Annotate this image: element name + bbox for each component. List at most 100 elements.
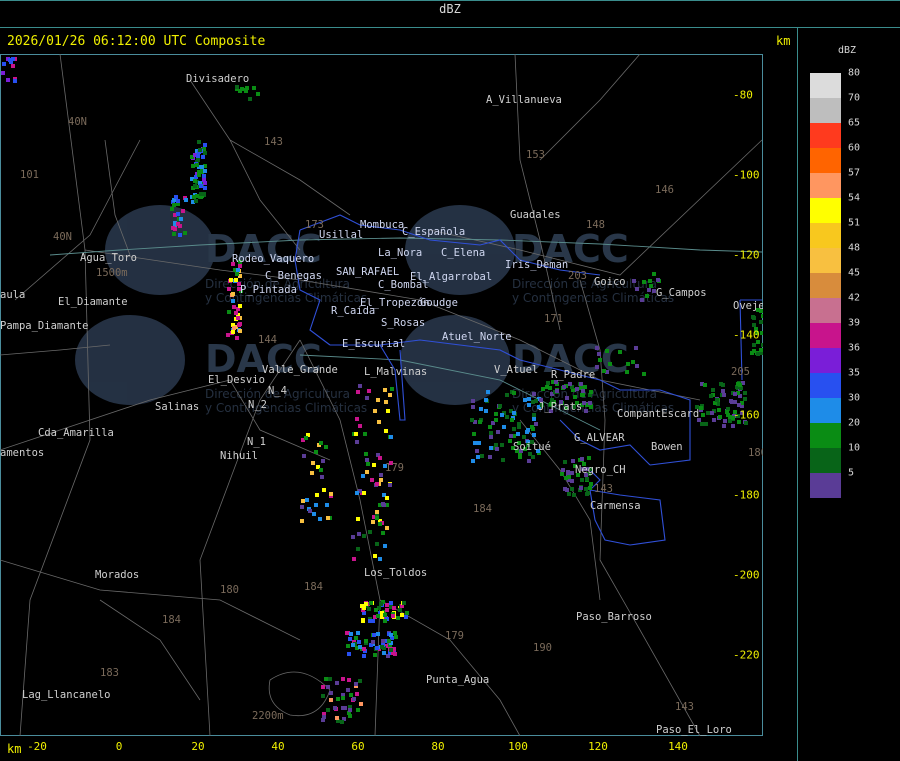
route-label: 180 (748, 447, 763, 459)
place-label: G_Campos (656, 287, 707, 299)
radar-echo-pixel (605, 349, 609, 353)
radar-echo-pixel (635, 287, 639, 291)
radar-echo-pixel (489, 446, 493, 450)
radar-echo-pixel (351, 535, 355, 539)
radar-echo-pixel (357, 640, 361, 644)
radar-echo-pixel (11, 64, 15, 68)
radar-echo-pixel (191, 164, 195, 168)
radar-echo-pixel (359, 702, 363, 706)
route-label: 153 (526, 149, 545, 161)
radar-echo-pixel (347, 678, 351, 682)
radar-echo-pixel (326, 516, 330, 520)
route-label: 40N (68, 116, 87, 128)
radar-echo-pixel (475, 449, 479, 453)
legend-title: dBZ (838, 45, 857, 56)
radar-echo-pixel (352, 557, 356, 561)
radar-echo-pixel (376, 398, 380, 402)
radar-echo-pixel (486, 390, 490, 394)
legend-label: 45 (848, 267, 861, 279)
radar-echo-pixel (760, 331, 763, 335)
radar-echo-pixel (512, 427, 516, 431)
radar-echo-pixel (238, 329, 242, 333)
place-label: SAN_RAFAEL (336, 266, 399, 278)
radar-echo-pixel (509, 434, 513, 438)
place-label: Paso_Barroso (576, 611, 652, 623)
radar-echo-pixel (625, 370, 629, 374)
radar-echo-pixel (382, 651, 386, 655)
legend-swatch (810, 148, 841, 173)
radar-echo-pixel (733, 400, 737, 404)
radar-echo-pixel (645, 294, 649, 298)
radar-echo-pixel (321, 694, 325, 698)
radar-echo-pixel (305, 498, 309, 502)
place-label: C_Española (402, 226, 465, 238)
radar-echo-pixel (371, 520, 375, 524)
radar-map[interactable]: DACC Dirección de Agricultura y Continge… (0, 54, 763, 736)
radar-echo-pixel (362, 491, 366, 495)
radar-echo-pixel (195, 163, 199, 167)
radar-echo-pixel (383, 388, 387, 392)
radar-echo-pixel (656, 278, 660, 282)
radar-echo-pixel (363, 432, 367, 436)
radar-echo-pixel (565, 396, 569, 400)
route-label: 143 (675, 701, 694, 713)
radar-echo-pixel (197, 173, 201, 177)
radar-echo-pixel (582, 401, 586, 405)
radar-echo-pixel (478, 420, 482, 424)
radar-echo-pixel (375, 482, 379, 486)
radar-echo-pixel (631, 360, 635, 364)
radar-echo-pixel (368, 619, 372, 623)
x-tick-label: 100 (508, 740, 528, 753)
radar-echo-pixel (392, 606, 396, 610)
radar-echo-pixel (248, 97, 252, 101)
radar-echo-pixel (545, 385, 549, 389)
place-label: amentos (0, 447, 44, 459)
radar-echo-pixel (202, 174, 206, 178)
legend-label: 35 (848, 367, 861, 379)
legend-swatch (810, 273, 841, 298)
radar-echo-pixel (318, 517, 322, 521)
radar-echo-pixel (373, 653, 377, 657)
legend-swatch (810, 98, 841, 123)
radar-echo-pixel (362, 654, 366, 658)
x-tick-label: 120 (588, 740, 608, 753)
radar-echo-pixel (568, 382, 572, 386)
radar-echo-pixel (500, 443, 504, 447)
radar-echo-pixel (389, 633, 393, 637)
radar-echo-pixel (385, 496, 389, 500)
radar-echo-pixel (184, 198, 188, 202)
place-label: G_ALVEAR (574, 432, 625, 444)
radar-echo-pixel (348, 637, 352, 641)
legend-swatch (810, 448, 841, 473)
legend-swatch (810, 348, 841, 373)
radar-echo-pixel (589, 482, 593, 486)
radar-echo-pixel (310, 471, 314, 475)
radar-echo-pixel (383, 544, 387, 548)
radar-echo-pixel (522, 435, 526, 439)
radar-echo-pixel (304, 436, 308, 440)
radar-echo-pixel (367, 389, 371, 393)
radar-echo-pixel (738, 383, 742, 387)
radar-echo-pixel (476, 455, 480, 459)
radar-echo-pixel (589, 405, 593, 409)
route-label: 146 (655, 184, 674, 196)
radar-echo-pixel (383, 613, 387, 617)
radar-echo-pixel (701, 413, 705, 417)
radar-echo-pixel (326, 685, 330, 689)
radar-echo-pixel (356, 547, 360, 551)
radar-echo-pixel (761, 343, 763, 347)
radar-echo-pixel (517, 425, 521, 429)
radar-echo-pixel (585, 477, 589, 481)
radar-echo-pixel (711, 388, 715, 392)
place-label: R_Caída (331, 305, 375, 317)
radar-echo-pixel (532, 417, 536, 421)
elevation-label: 1500m (96, 267, 128, 279)
radar-echo-pixel (752, 316, 756, 320)
place-label: J_Prats (538, 401, 582, 413)
radar-echo-pixel (358, 679, 362, 683)
radar-echo-pixel (375, 510, 379, 514)
radar-echo-pixel (759, 348, 763, 352)
radar-echo-pixel (530, 425, 534, 429)
radar-echo-pixel (232, 305, 236, 309)
legend-label: 57 (848, 167, 861, 179)
